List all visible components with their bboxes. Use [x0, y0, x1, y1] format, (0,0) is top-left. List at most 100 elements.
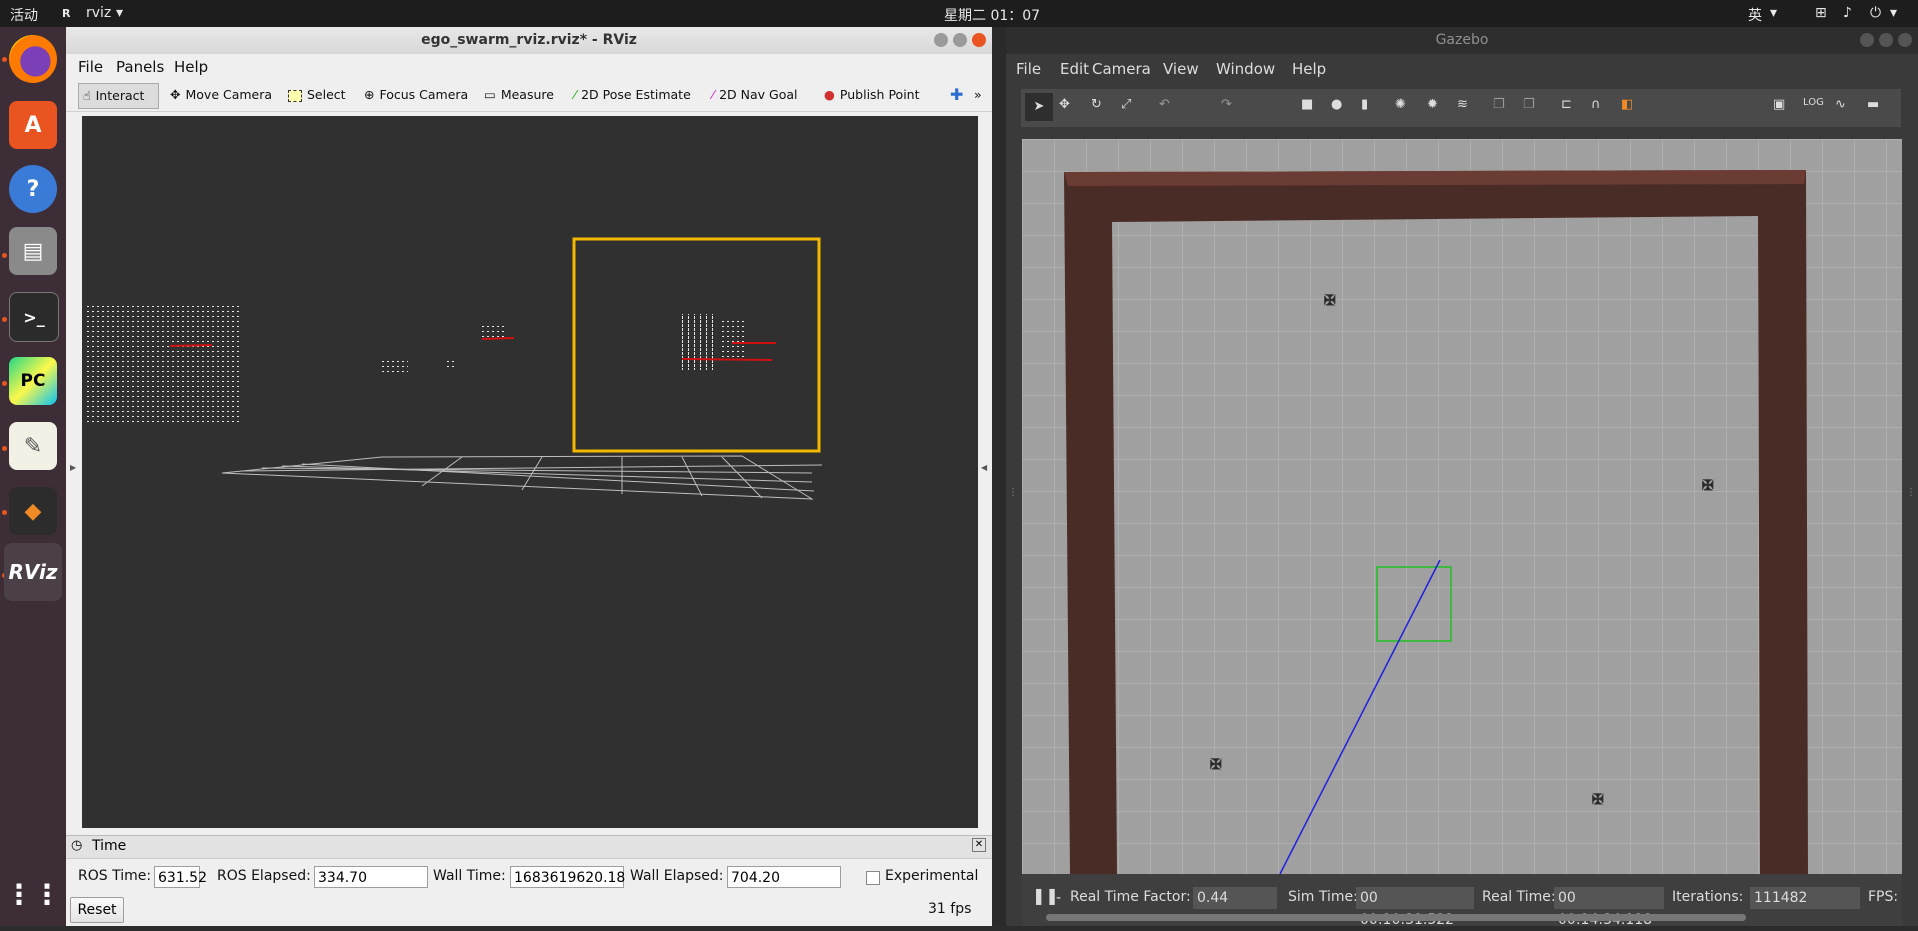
- menu-window[interactable]: Window: [1216, 60, 1275, 78]
- cylinder-shape-icon[interactable]: ▮: [1361, 97, 1368, 112]
- menu-edit[interactable]: Edit: [1060, 60, 1089, 78]
- redo-icon[interactable]: ↷: [1221, 97, 1232, 112]
- network-icon[interactable]: ⊞: [1815, 5, 1827, 21]
- tool-publish-point[interactable]: ● Publish Point: [824, 83, 920, 107]
- close-button[interactable]: [972, 33, 986, 47]
- iterations-label: Iterations:: [1672, 889, 1744, 905]
- menu-camera[interactable]: Camera: [1092, 60, 1151, 78]
- tool-focus-camera-label: Focus Camera: [379, 87, 469, 102]
- gazebo-3d-scene[interactable]: ✠ ✠ ✠ ✠: [1022, 139, 1902, 874]
- pause-icon[interactable]: ❚❚: [1032, 886, 1059, 905]
- view-angle-icon[interactable]: ◧: [1621, 97, 1633, 112]
- rotate-icon[interactable]: ↻: [1091, 97, 1102, 112]
- minimize-button[interactable]: [1860, 33, 1874, 47]
- text-editor-icon[interactable]: ✎: [9, 422, 57, 470]
- ros-elapsed-field[interactable]: 334.70: [314, 866, 428, 888]
- help-icon[interactable]: ?: [9, 165, 57, 213]
- rviz-icon[interactable]: RViz: [4, 543, 62, 601]
- fps-label: FPS:: [1868, 889, 1899, 905]
- directional-light-icon[interactable]: ≋: [1457, 97, 1468, 112]
- ros-time-field[interactable]: 631.52: [154, 866, 207, 888]
- right-dock-toggle-icon[interactable]: ◀: [981, 463, 987, 472]
- wall-top: [1064, 170, 1806, 186]
- menu-view[interactable]: View: [1163, 60, 1199, 78]
- tool-2d-nav-goal-label: 2D Nav Goal: [719, 87, 798, 102]
- gazebo-icon[interactable]: ◆: [9, 487, 57, 535]
- minimize-button[interactable]: [934, 33, 948, 47]
- reset-button[interactable]: Reset: [70, 897, 124, 923]
- tool-measure[interactable]: ▭ Measure: [484, 83, 554, 107]
- box-shape-icon[interactable]: ■: [1301, 97, 1313, 112]
- pycharm-icon[interactable]: PC: [9, 357, 57, 405]
- terminal-icon[interactable]: >_: [9, 292, 59, 342]
- toolbar-overflow-button[interactable]: »: [974, 83, 982, 107]
- sim-time-value: 00 00:10:31.522: [1356, 887, 1474, 928]
- files-icon[interactable]: ▤: [9, 227, 57, 275]
- tool-focus-camera[interactable]: ⊕ Focus Camera: [364, 83, 468, 107]
- menu-help[interactable]: Help: [174, 58, 208, 76]
- screenshot-icon[interactable]: ▣: [1773, 97, 1785, 112]
- tool-2d-nav-goal[interactable]: ⁄ 2D Nav Goal: [712, 83, 798, 107]
- tool-move-camera[interactable]: ✥ Move Camera: [170, 83, 272, 107]
- speaker-icon[interactable]: ♪: [1843, 5, 1852, 21]
- maximize-button[interactable]: [953, 33, 967, 47]
- sphere-shape-icon[interactable]: ●: [1331, 97, 1342, 112]
- input-method-indicator[interactable]: 英: [1748, 5, 1762, 25]
- clock[interactable]: 星期二 01：07: [944, 5, 1040, 25]
- snap-icon[interactable]: ∩: [1591, 97, 1601, 112]
- power-icon[interactable]: ⏻: [1870, 5, 1881, 21]
- add-tool-icon[interactable]: ✚: [950, 83, 963, 107]
- svg-text:✠: ✠: [1324, 293, 1336, 309]
- align-icon[interactable]: ⊏: [1561, 97, 1572, 112]
- plot-icon[interactable]: ∿: [1835, 97, 1846, 112]
- software-center-icon[interactable]: A: [9, 101, 57, 149]
- grid: [221, 455, 823, 500]
- menu-help[interactable]: Help: [1292, 60, 1326, 78]
- svg-text:✠: ✠: [1592, 792, 1604, 808]
- close-panel-button[interactable]: ✕: [972, 838, 986, 852]
- svg-text:✠: ✠: [1702, 478, 1714, 494]
- paste-icon[interactable]: ❐: [1523, 97, 1535, 112]
- menu-file[interactable]: File: [1016, 60, 1041, 78]
- scale-icon[interactable]: ⤢: [1121, 97, 1131, 112]
- focus-icon: ⊕: [364, 87, 375, 102]
- experimental-label: Experimental: [885, 868, 979, 884]
- activities-button[interactable]: 活动: [10, 5, 38, 25]
- wall-time-label: Wall Time:: [433, 868, 506, 884]
- left-panel-handle-icon[interactable]: ⋮: [1008, 487, 1018, 498]
- top-bar: 活动 R rviz ▾ 星期二 01：07 英 ▾ ⊞ ♪ ⏻ ▾: [0, 0, 1918, 27]
- tool-interact-label: Interact: [95, 88, 145, 103]
- show-apps-icon[interactable]: ⋮⋮: [5, 870, 61, 918]
- menu-panels[interactable]: Panels: [116, 58, 164, 76]
- left-dock-toggle-icon[interactable]: ▶: [70, 463, 76, 472]
- firefox-icon[interactable]: [9, 35, 57, 83]
- pink-arrow-icon: ⁄: [712, 87, 715, 102]
- 3d-viewport[interactable]: [82, 116, 978, 828]
- experimental-checkbox[interactable]: [866, 871, 880, 885]
- copy-icon[interactable]: ❐: [1493, 97, 1505, 112]
- spot-light-icon[interactable]: ✹: [1427, 97, 1438, 112]
- app-menu-label[interactable]: rviz: [86, 5, 111, 21]
- translate-icon[interactable]: ✥: [1059, 97, 1070, 112]
- tool-select[interactable]: Select: [288, 83, 346, 107]
- menu-file[interactable]: File: [78, 58, 103, 76]
- point-cloud: [84, 306, 746, 426]
- select-mode-icon[interactable]: ➤: [1025, 93, 1053, 121]
- tool-2d-pose-estimate[interactable]: ⁄ 2D Pose Estimate: [574, 83, 691, 107]
- move-icon: ✥: [170, 87, 181, 102]
- tool-interact[interactable]: ☝ Interact: [78, 83, 160, 109]
- maximize-button[interactable]: [1879, 33, 1893, 47]
- running-indicator: [2, 317, 7, 322]
- undo-icon[interactable]: ↶: [1159, 97, 1170, 112]
- wall-time-field[interactable]: 1683619620.18: [510, 866, 625, 888]
- video-record-icon[interactable]: ▬: [1867, 97, 1879, 112]
- close-button[interactable]: [1898, 33, 1912, 47]
- clock-icon: ◷: [71, 838, 83, 853]
- point-light-icon[interactable]: ✺: [1395, 97, 1406, 112]
- chevron-down-icon: ▾: [1770, 5, 1778, 21]
- log-icon[interactable]: LOG: [1803, 97, 1824, 108]
- wall-elapsed-field[interactable]: 704.20: [727, 866, 841, 888]
- right-panel-handle-icon[interactable]: ⋮: [1906, 487, 1916, 498]
- gazebo-status-bar: ❚❚ - Real Time Factor: 0.44 Sim Time: 00…: [1022, 874, 1902, 928]
- horizontal-scrollbar[interactable]: [1046, 914, 1746, 921]
